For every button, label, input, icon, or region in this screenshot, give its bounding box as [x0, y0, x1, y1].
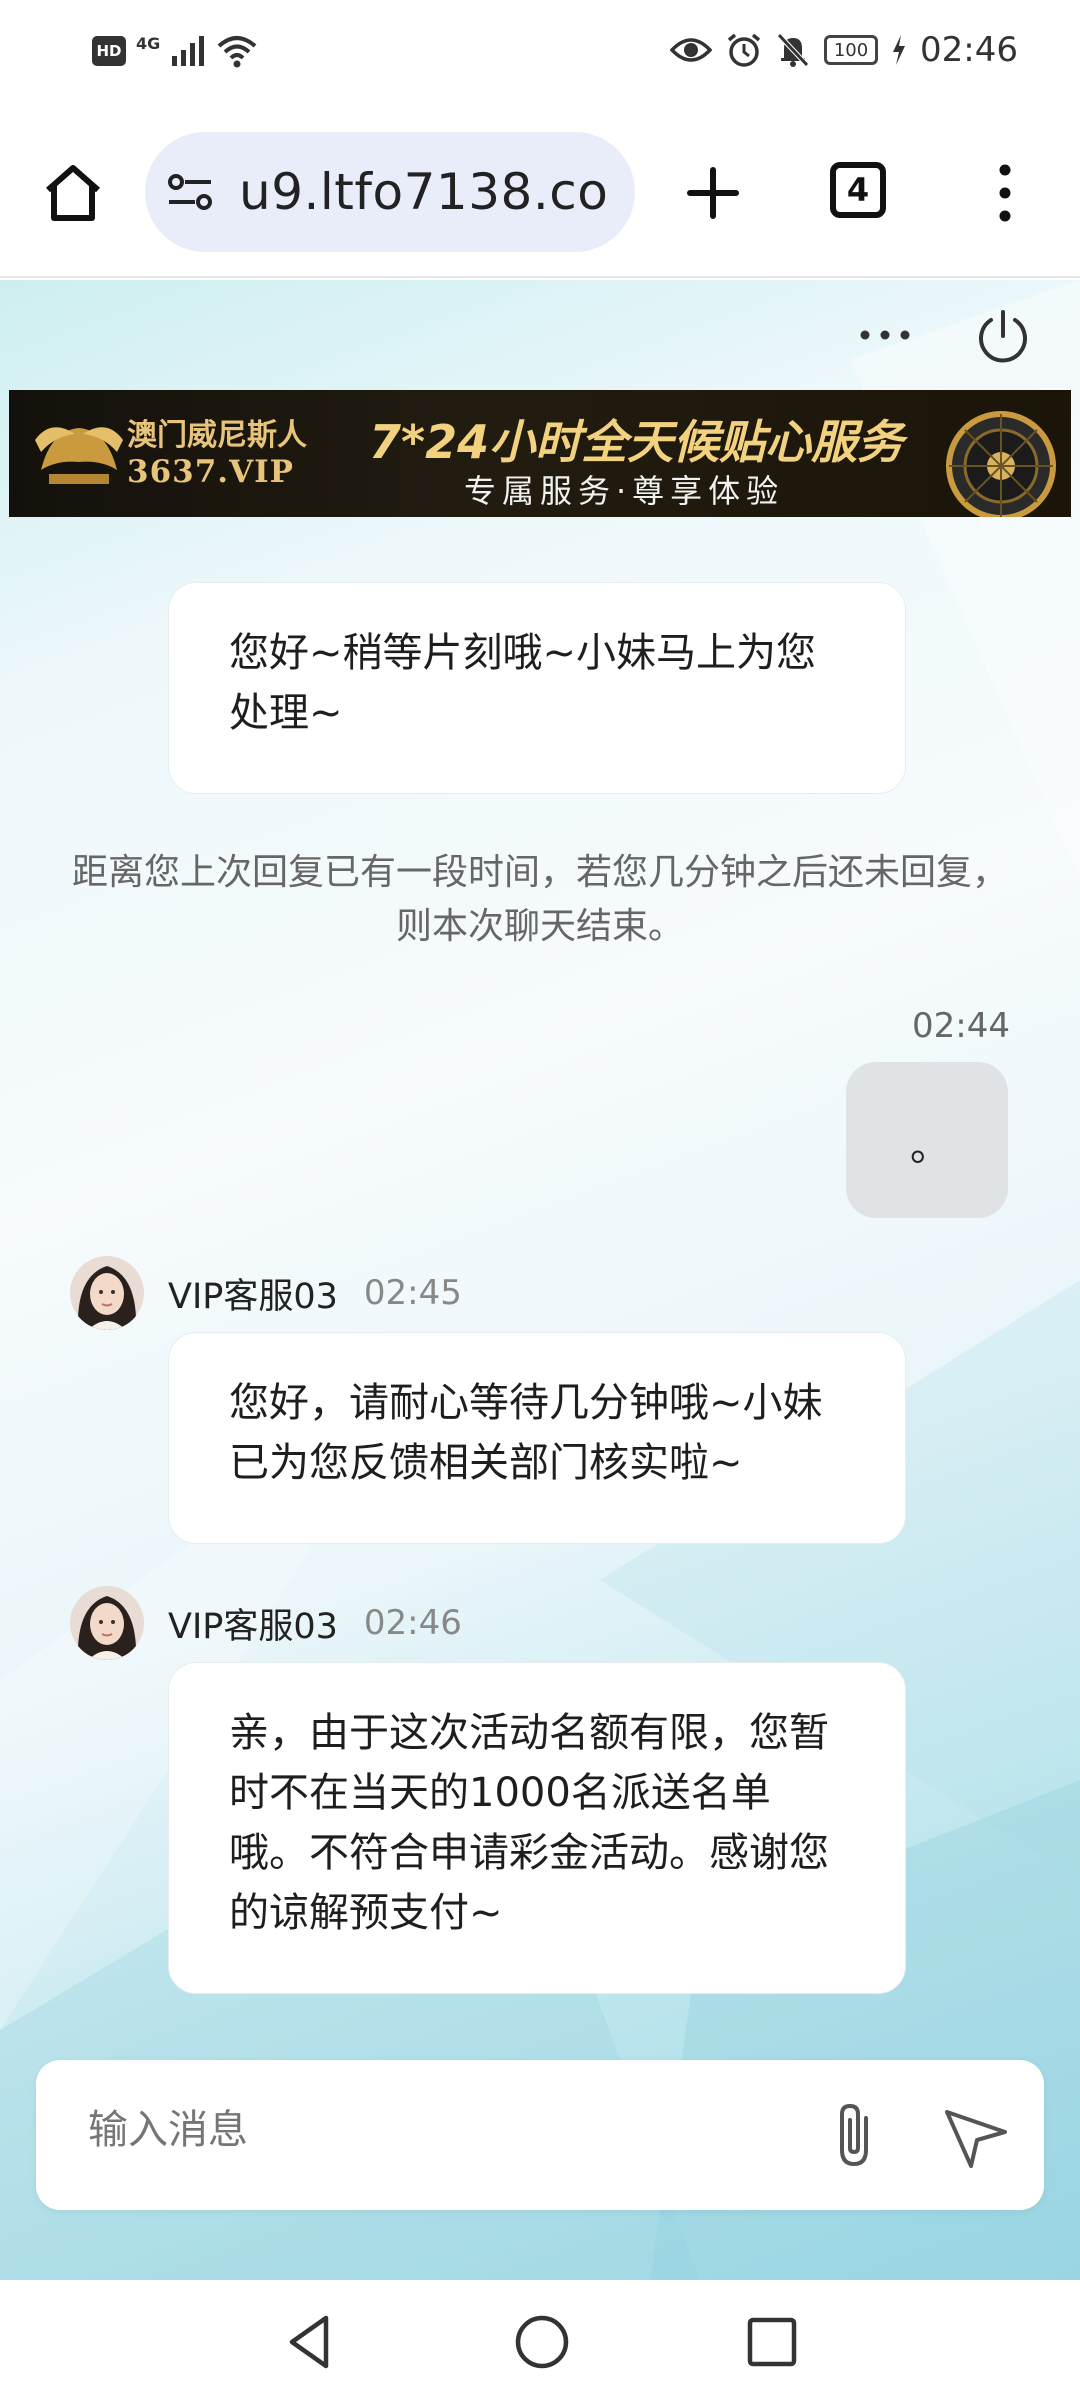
agent-avatar-icon — [70, 1256, 144, 1330]
agent-message-bubble: 您好~稍等片刻哦~小妹马上为您处理~ — [168, 582, 906, 794]
message-input[interactable] — [88, 2108, 788, 2153]
promo-banner[interactable]: 澳门威尼斯人 3637.VIP 7*24小时全天候贴心服务 专属服务·尊享体验 — [9, 390, 1071, 517]
url-text[interactable]: u9.ltfo7138.com — [239, 163, 609, 221]
system-nav-bar — [0, 2290, 1080, 2400]
home-icon[interactable] — [40, 160, 106, 226]
agent-name: VIP客服03 — [168, 1606, 338, 1647]
banner-brand: 澳门威尼斯人 3637.VIP — [127, 418, 307, 490]
browser-toolbar: u9.ltfo7138.com 4 — [0, 110, 1080, 278]
charging-icon — [893, 35, 906, 65]
banner-title: 7*24小时全天候贴心服务 — [369, 415, 904, 469]
winged-lion-logo-icon — [35, 427, 123, 484]
site-settings-icon[interactable] — [167, 172, 213, 212]
my-message-time: 02:44 — [912, 1006, 1010, 1046]
wifi-icon — [217, 36, 257, 68]
tabs-icon[interactable]: 4 — [830, 162, 886, 218]
agent-header: VIP客服03 02:46 — [70, 1586, 462, 1660]
battery-indicator: 100 — [824, 35, 879, 65]
status-left: HD 4G — [92, 34, 258, 68]
message-text: 。 — [910, 1124, 950, 1170]
signal-icon — [172, 36, 205, 66]
alarm-icon — [727, 33, 761, 67]
avatar[interactable] — [70, 1586, 144, 1660]
eye-icon — [670, 38, 713, 62]
my-message-bubble: 。 — [846, 1062, 1008, 1218]
clock: 02:46 — [920, 30, 1018, 70]
send-icon[interactable] — [941, 2102, 1011, 2172]
network-type-label: 4G — [136, 33, 161, 53]
message-composer — [36, 2060, 1044, 2210]
plus-icon[interactable] — [680, 160, 746, 226]
banner-brand-vip: 3637.VIP — [127, 454, 294, 490]
address-bar[interactable]: u9.ltfo7138.com — [145, 132, 635, 252]
message-time: 02:46 — [363, 1603, 462, 1643]
banner-subtitle: 专属服务·尊享体验 — [464, 472, 785, 510]
agent-name: VIP客服03 — [168, 1276, 338, 1317]
roulette-wheel-icon — [946, 411, 1056, 517]
triangle-back-icon[interactable] — [280, 2312, 340, 2372]
system-notice: 距离您上次回复已有一段时间，若您几分钟之后还未回复，则本次聊天结束。 — [71, 852, 1008, 947]
agent-header: VIP客服03 02:45 — [70, 1256, 462, 1330]
agent-message-bubble: 亲，由于这次活动名额有限，您暂时不在当天的1000名派送名单哦。不符合申请彩金活… — [168, 1662, 906, 1994]
paperclip-icon[interactable] — [826, 2100, 886, 2172]
agent-avatar-icon — [70, 1586, 144, 1660]
avatar[interactable] — [70, 1256, 144, 1330]
message-time: 02:45 — [363, 1273, 462, 1313]
banner-brand-name: 澳门威尼斯人 — [127, 418, 307, 453]
more-horiz-icon[interactable] — [855, 320, 915, 350]
status-right: 100 02:46 — [670, 30, 1018, 70]
hd-badge: HD — [92, 36, 126, 66]
more-vert-icon[interactable] — [985, 160, 1025, 226]
status-bar: HD 4G 100 02:46 — [0, 0, 1080, 110]
chat-area[interactable]: 澳门威尼斯人 3637.VIP 7*24小时全天候贴心服务 专属服务·尊享体验 … — [0, 280, 1080, 2280]
agent-message-bubble: 您好，请耐心等待几分钟哦~小妹已为您反馈相关部门核实啦~ — [168, 1332, 906, 1544]
mute-bell-icon — [777, 33, 809, 67]
message-text: 亲，由于这次活动名额有限，您暂时不在当天的1000名派送名单哦。不符合申请彩金活… — [229, 1710, 829, 1936]
power-icon[interactable] — [975, 308, 1031, 364]
message-text: 您好，请耐心等待几分钟哦~小妹已为您反馈相关部门核实啦~ — [229, 1380, 823, 1486]
square-recent-icon[interactable] — [742, 2312, 802, 2372]
message-text: 您好~稍等片刻哦~小妹马上为您处理~ — [229, 630, 817, 736]
circle-home-icon[interactable] — [510, 2310, 574, 2374]
